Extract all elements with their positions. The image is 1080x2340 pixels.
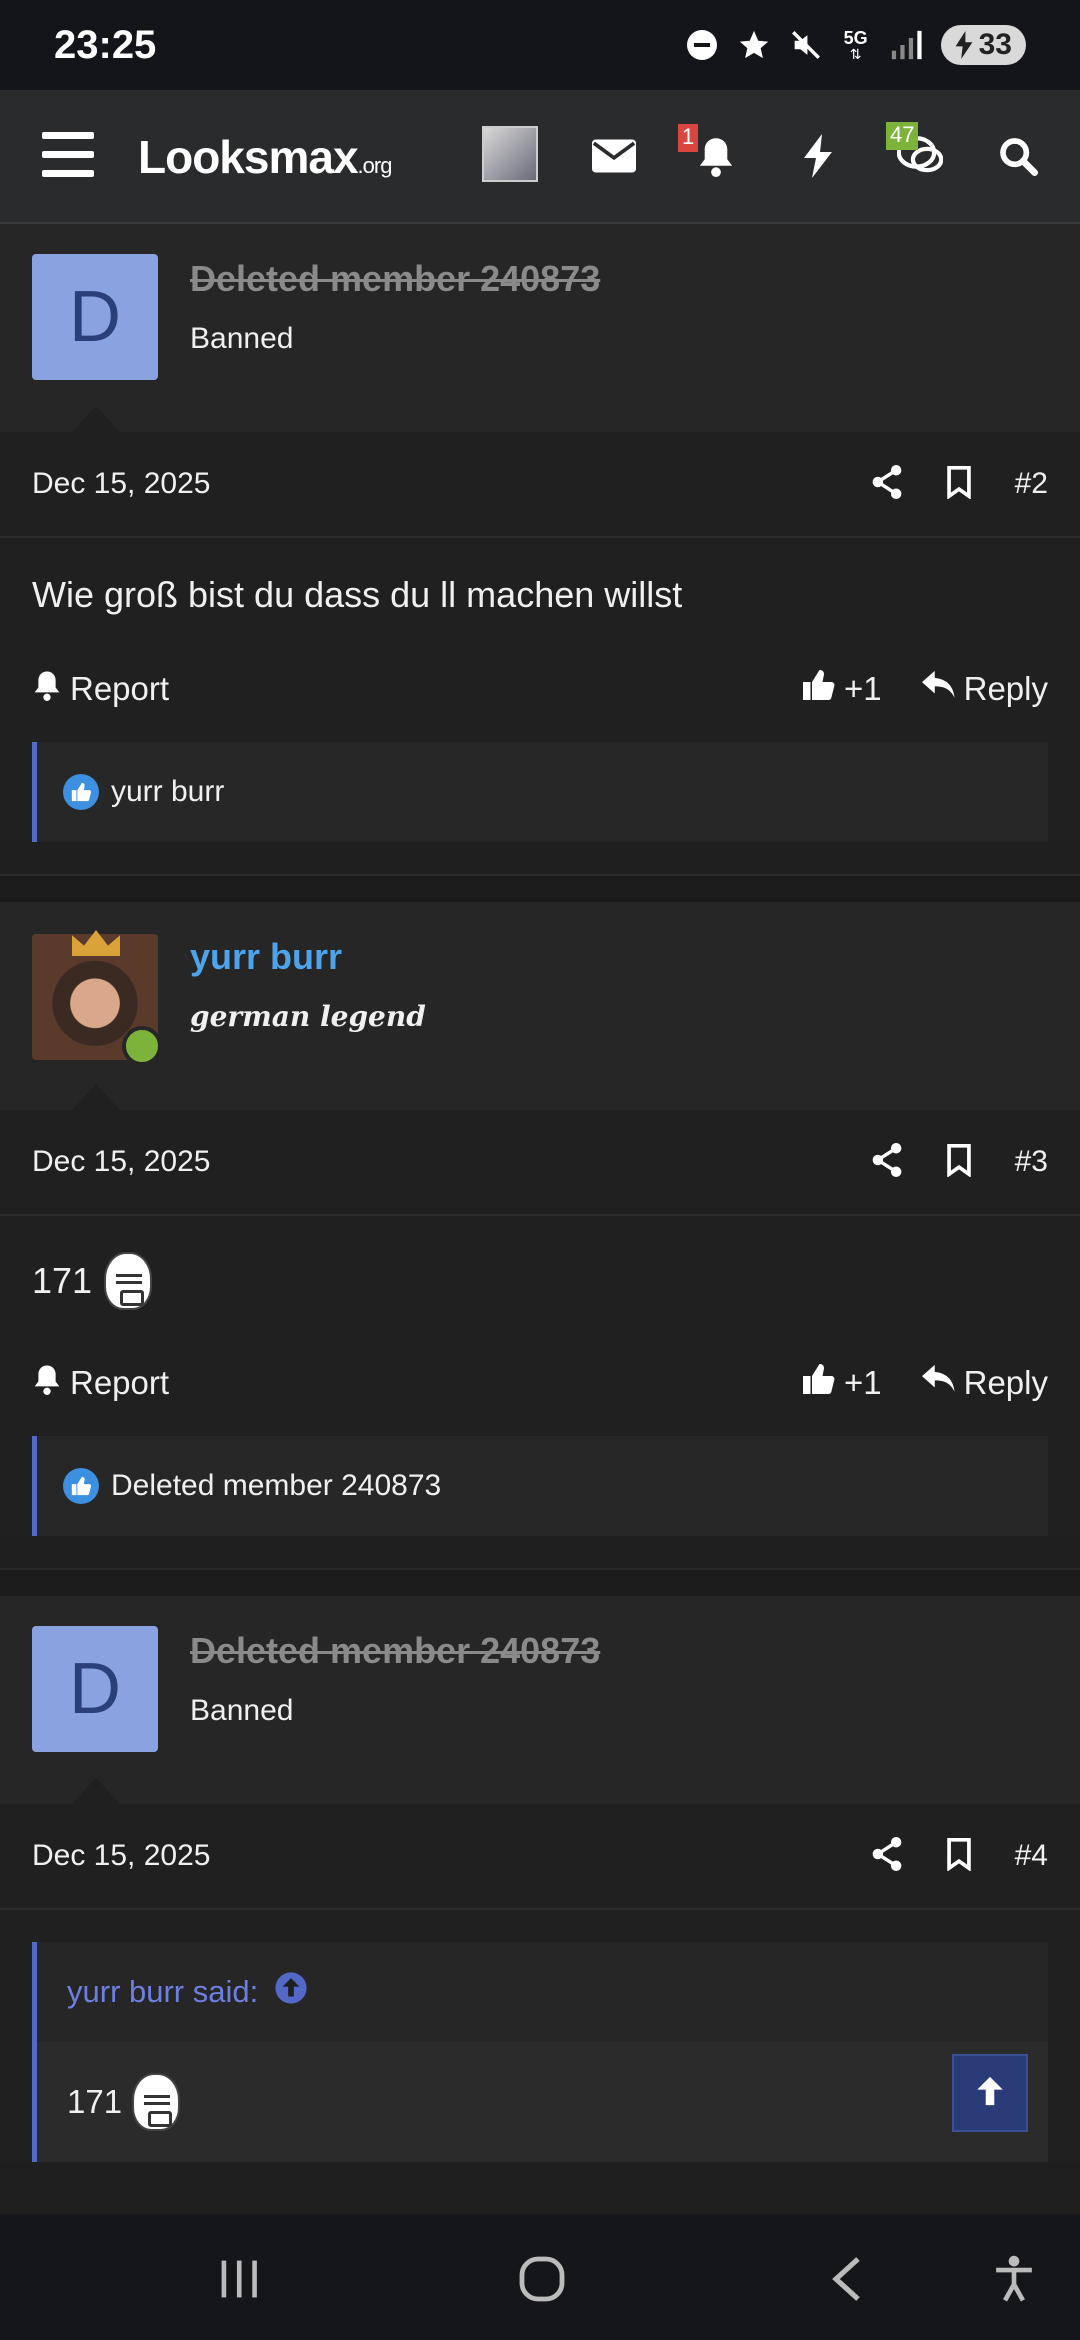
- post-author-block: yurr burr german legend: [0, 902, 1080, 1112]
- battery-charging-icon: 33: [940, 25, 1026, 65]
- wojak-emoji-icon: [132, 2073, 181, 2131]
- quote-header[interactable]: yurr burr said:: [37, 1942, 1048, 2042]
- home-icon[interactable]: [512, 2252, 572, 2306]
- site-logo[interactable]: Looksmax.org: [138, 130, 392, 184]
- bell-icon: [32, 669, 62, 709]
- username: Deleted member 240873: [190, 1630, 601, 1671]
- like-button[interactable]: +1: [800, 667, 882, 711]
- status-icons: 5G ⇅ 33: [685, 25, 1026, 65]
- reactions-bar[interactable]: Deleted member 240873: [32, 1436, 1048, 1536]
- avatar[interactable]: [32, 930, 162, 1066]
- report-button[interactable]: Report: [32, 1363, 169, 1403]
- signal-icon: [889, 28, 923, 62]
- post-meta: Dec 15, 2025 #3: [0, 1110, 1080, 1216]
- online-status-dot: [122, 1026, 162, 1066]
- share-icon[interactable]: [871, 1142, 903, 1182]
- like-reaction-icon: [63, 774, 99, 810]
- bell-icon: [32, 1363, 62, 1403]
- user-title: Banned: [190, 322, 294, 355]
- back-icon[interactable]: [816, 2252, 876, 2306]
- menu-icon[interactable]: [42, 132, 94, 178]
- mail-icon[interactable]: [588, 130, 640, 182]
- post-date[interactable]: Dec 15, 2025: [32, 1145, 210, 1179]
- post-message: 171: [0, 1216, 1080, 1340]
- post-actions: Report +1 Reply: [0, 646, 1080, 732]
- username: Deleted member 240873: [190, 258, 601, 299]
- reply-icon: [921, 670, 956, 708]
- reply-button[interactable]: Reply: [921, 670, 1048, 708]
- star-icon: [737, 28, 771, 62]
- avatar[interactable]: D: [32, 254, 158, 380]
- top-navbar: Looksmax.org 1 47: [0, 90, 1080, 224]
- reactions-bar[interactable]: yurr burr: [32, 742, 1048, 842]
- avatar[interactable]: D: [32, 1626, 158, 1752]
- system-navigation-bar: [0, 2214, 1080, 2340]
- bookmark-icon[interactable]: [945, 1837, 973, 1876]
- bookmark-icon[interactable]: [945, 1143, 973, 1182]
- quote-author[interactable]: yurr burr said:: [67, 1974, 258, 2010]
- like-reaction-icon: [63, 1468, 99, 1504]
- post-meta: Dec 15, 2025 #2: [0, 432, 1080, 538]
- like-button[interactable]: +1: [800, 1361, 882, 1405]
- arrow-up-circle-icon[interactable]: [274, 1971, 308, 2013]
- post-author-block: D Deleted member 240873 Banned: [0, 1596, 1080, 1806]
- scroll-to-top-button[interactable]: [952, 2054, 1028, 2132]
- do-not-disturb-icon: [685, 28, 719, 62]
- battery-level: 33: [978, 28, 1012, 61]
- avatar[interactable]: [482, 126, 538, 182]
- post-actions: Report +1 Reply: [0, 1340, 1080, 1426]
- wojak-emoji-icon: [104, 1252, 153, 1310]
- post-message: Wie groß bist du dass du ll machen wills…: [32, 574, 683, 615]
- post-date[interactable]: Dec 15, 2025: [32, 1839, 210, 1873]
- post-number[interactable]: #3: [1015, 1145, 1048, 1179]
- reaction-user: yurr burr: [111, 775, 225, 808]
- post: Dec 15, 2025 #3 171 Report +1 Reply Dele…: [0, 1110, 1080, 1536]
- quote-block: yurr burr said: 171: [32, 1942, 1048, 2162]
- user-title: Banned: [190, 1694, 294, 1727]
- bolt-icon[interactable]: [792, 130, 844, 182]
- post-number[interactable]: #2: [1015, 467, 1048, 501]
- post-date[interactable]: Dec 15, 2025: [32, 467, 210, 501]
- accessibility-icon[interactable]: [984, 2252, 1044, 2306]
- reaction-user: Deleted member 240873: [111, 1469, 442, 1502]
- search-icon[interactable]: [992, 130, 1044, 182]
- reply-button[interactable]: Reply: [921, 1364, 1048, 1402]
- chat-badge: 47: [886, 122, 919, 150]
- thread-content: D Deleted member 240873 Banned Dec 15, 2…: [0, 224, 1080, 2164]
- quote-text: 171: [37, 2042, 1048, 2162]
- alerts-badge: 1: [678, 124, 699, 152]
- post: Dec 15, 2025 #2 Wie groß bist du dass du…: [0, 432, 1080, 842]
- thumbs-up-icon: [800, 1361, 836, 1405]
- post: Dec 15, 2025 #4 yurr burr said: 171: [0, 1804, 1080, 2164]
- post-meta: Dec 15, 2025 #4: [0, 1804, 1080, 1910]
- arrow-up-icon: [973, 2074, 1007, 2113]
- thumbs-up-icon: [800, 667, 836, 711]
- bookmark-icon[interactable]: [945, 465, 973, 504]
- recent-apps-icon[interactable]: [210, 2252, 270, 2306]
- mute-icon: [789, 28, 823, 62]
- post-number[interactable]: #4: [1015, 1839, 1048, 1873]
- report-button[interactable]: Report: [32, 669, 169, 709]
- reply-icon: [921, 1364, 956, 1402]
- status-bar: 23:25 5G ⇅ 33: [0, 0, 1080, 90]
- share-icon[interactable]: [871, 1836, 903, 1876]
- share-icon[interactable]: [871, 464, 903, 504]
- 5g-icon: 5G ⇅: [843, 28, 868, 62]
- status-time: 23:25: [54, 22, 157, 67]
- post-author-block: D Deleted member 240873 Banned: [0, 224, 1080, 434]
- user-title: german legend: [190, 1000, 426, 1033]
- username[interactable]: yurr burr: [190, 936, 342, 978]
